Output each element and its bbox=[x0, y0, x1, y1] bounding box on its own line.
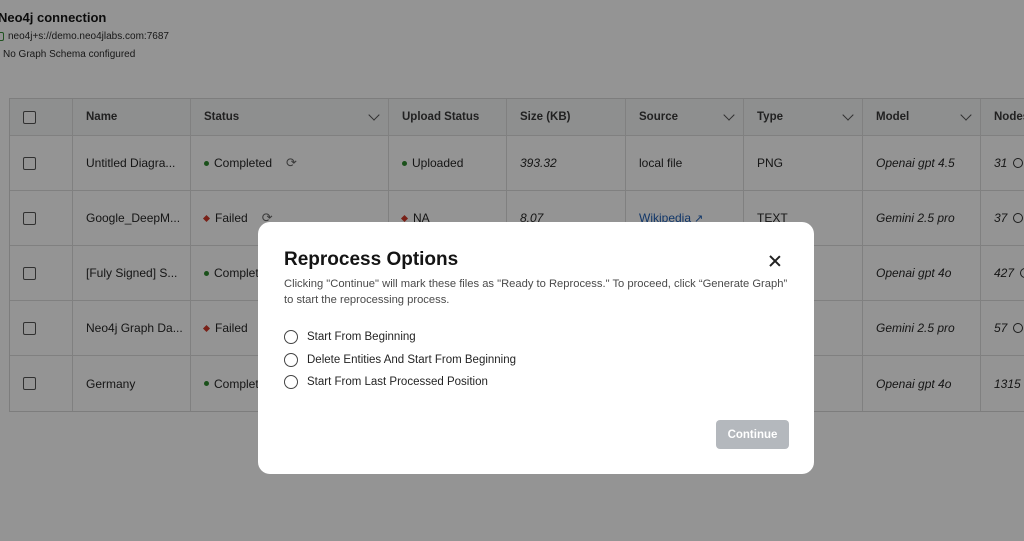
option-label: Delete Entities And Start From Beginning bbox=[307, 353, 517, 366]
dialog-description: Clicking "Continue" will mark these file… bbox=[284, 278, 788, 306]
radio-button[interactable] bbox=[284, 330, 298, 345]
close-icon[interactable] bbox=[766, 252, 784, 270]
option-start-from-last-position[interactable]: Start From Last Processed Position bbox=[284, 371, 516, 394]
option-start-from-beginning[interactable]: Start From Beginning bbox=[284, 326, 516, 349]
dialog-title: Reprocess Options bbox=[284, 249, 459, 270]
option-label: Start From Last Processed Position bbox=[307, 376, 488, 389]
continue-button[interactable]: Continue bbox=[716, 420, 789, 449]
option-delete-entities-and-start[interactable]: Delete Entities And Start From Beginning bbox=[284, 349, 516, 372]
option-label: Start From Beginning bbox=[307, 331, 416, 344]
reprocess-options-group: Start From Beginning Delete Entities And… bbox=[284, 326, 516, 394]
radio-button[interactable] bbox=[284, 375, 298, 390]
reprocess-options-dialog: Reprocess Options Clicking "Continue" wi… bbox=[258, 222, 814, 474]
radio-button[interactable] bbox=[284, 352, 298, 367]
